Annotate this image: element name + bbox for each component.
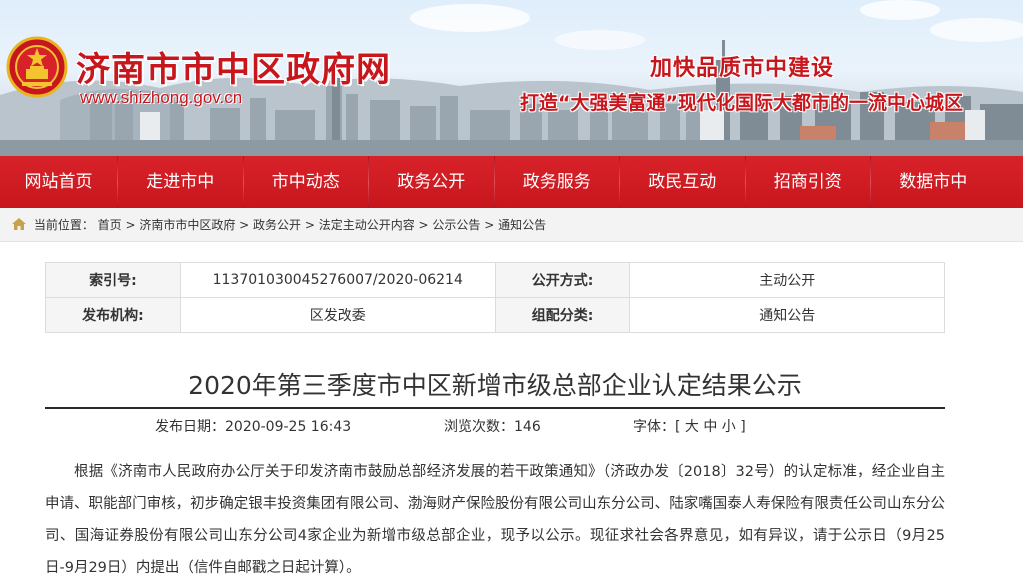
national-emblem-icon xyxy=(6,36,68,98)
category-label: 组配分类: xyxy=(494,297,631,333)
site-url: www.shizhong.gov.cn xyxy=(80,88,243,107)
title-divider xyxy=(45,407,945,409)
publisher-label: 发布机构: xyxy=(45,297,181,333)
breadcrumb-label: 当前位置： xyxy=(33,218,94,232)
nav-item-data[interactable]: 数据市中 xyxy=(871,156,996,208)
index-label: 索引号: xyxy=(45,262,181,298)
nav-item-about[interactable]: 走进市中 xyxy=(118,156,243,208)
view-count: 浏览次数：146 xyxy=(444,419,541,435)
slogan-main: 加快品质市中建设 xyxy=(650,56,835,81)
nav-item-gov-affairs[interactable]: 政务公开 xyxy=(369,156,494,208)
main-nav: 网站首页 走进市中 市中动态 政务公开 政务服务 政民互动 招商引资 数据市中 xyxy=(0,156,1023,208)
home-icon xyxy=(12,218,26,230)
document-info-table: 索引号: 113701030045276007/2020-06214 公开方式:… xyxy=(45,262,945,333)
article-meta: 发布日期：2020-09-25 16:43 浏览次数：146 字体：[ 大 中 … xyxy=(0,414,1023,436)
publish-date: 发布日期：2020-09-25 16:43 xyxy=(155,419,352,435)
nav-item-investment[interactable]: 招商引资 xyxy=(746,156,871,208)
table-row: 发布机构: 区发改委 组配分类: 通知公告 xyxy=(45,297,945,333)
site-title[interactable]: 济南市市中区政府网 xyxy=(76,42,391,91)
table-row: 索引号: 113701030045276007/2020-06214 公开方式:… xyxy=(45,262,945,298)
public-mode-value: 主动公开 xyxy=(629,262,945,298)
nav-item-gov-services[interactable]: 政务服务 xyxy=(495,156,620,208)
nav-item-news[interactable]: 市中动态 xyxy=(244,156,369,208)
publisher-value: 区发改委 xyxy=(179,297,496,333)
breadcrumb-path[interactable]: 首页 > 济南市市中区政府 > 政务公开 > 法定主动公开内容 > 公示公告 >… xyxy=(98,218,546,232)
breadcrumb: 当前位置： 首页 > 济南市市中区政府 > 政务公开 > 法定主动公开内容 > … xyxy=(0,208,1023,242)
index-value: 113701030045276007/2020-06214 xyxy=(179,262,496,298)
site-banner: 济南市市中区政府网 www.shizhong.gov.cn 加快品质市中建设 打… xyxy=(0,0,1023,156)
nav-item-home[interactable]: 网站首页 xyxy=(0,156,117,208)
article-body: 根据《济南市人民政府办公厅关于印发济南市鼓励总部经济发展的若干政策通知》（济政办… xyxy=(45,464,945,576)
slogan-sub: 打造“大强美富通”现代化国际大都市的一流中心城区 xyxy=(520,92,963,114)
article-title: 2020年第三季度市中区新增市级总部企业认定结果公示 xyxy=(188,371,802,400)
font-size-switcher[interactable]: 字体：[ 大 中 小 ] xyxy=(633,416,746,436)
nav-item-interaction[interactable]: 政民互动 xyxy=(620,156,745,208)
public-mode-label: 公开方式: xyxy=(494,262,631,298)
category-value: 通知公告 xyxy=(629,297,945,333)
